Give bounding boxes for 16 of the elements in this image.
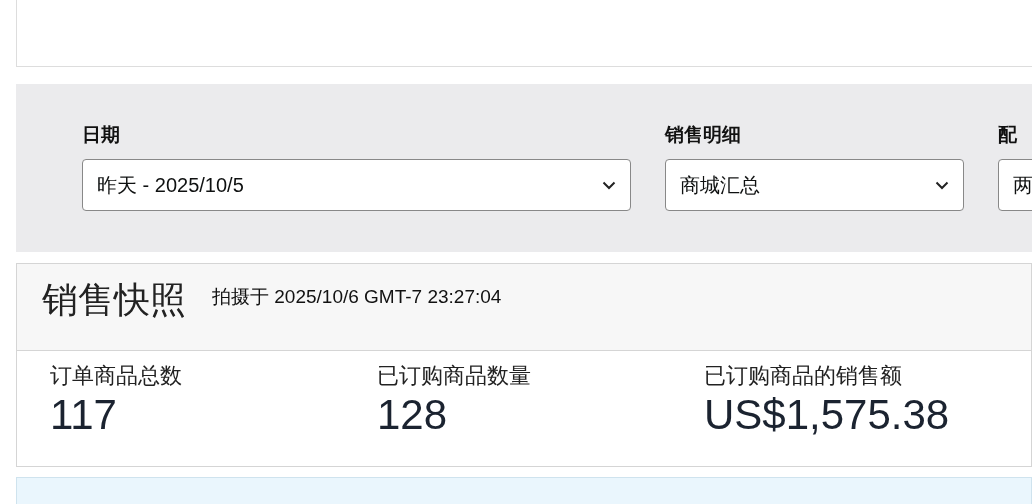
metric-value: 128 [377,391,448,439]
dropdown[interactable]: 两 [998,159,1032,211]
snapshot-time: 拍摄于 2025/10/6 GMT-7 23:27:04 [212,285,502,309]
chevron-down-icon [602,180,616,190]
metric-label: 已订购商品数量 [377,362,531,390]
chevron-down-icon [935,180,949,190]
dropdown[interactable]: 昨天 - 2025/10/5 [82,159,631,211]
filter-label: 配 [998,123,1017,147]
filter-label: 日期 [82,123,120,147]
metric-value: 117 [50,391,117,439]
dropdown[interactable]: 商城汇总 [665,159,964,211]
metric-label: 订单商品总数 [50,362,182,390]
filter-label: 销售明细 [665,123,741,147]
card-title: 销售快照 [42,278,186,322]
metric-value: US$1,575.38 [704,391,950,439]
metric-label: 已订购商品的销售额 [704,362,902,390]
